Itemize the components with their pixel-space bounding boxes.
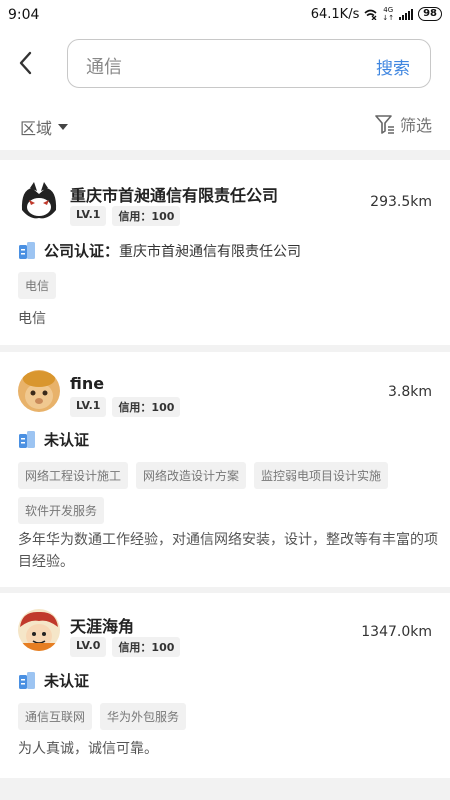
service-tag: 华为外包服务 (100, 703, 187, 730)
filter-bar: 区域 筛选 (0, 100, 450, 150)
provider-name[interactable]: 天涯海角 (70, 613, 134, 637)
provider-name[interactable]: fine (70, 374, 104, 393)
level-badge: LV.1 (70, 206, 107, 226)
battery-indicator: 98 (418, 7, 442, 21)
provider-description: 为人真诚，诚信可靠。 (18, 741, 158, 757)
back-button[interactable] (14, 48, 38, 78)
status-indicators: 64.1K/s 4G ↓↑ 98 (311, 6, 442, 22)
search-button[interactable]: 搜索 (376, 54, 410, 79)
filter-icon (375, 115, 394, 134)
provider-description: 电信 (18, 311, 46, 327)
tag-list: 通信互联网 华为外包服务 (18, 703, 438, 730)
tag-list: 网络工程设计施工 网络改造设计方案 监控弱电项目设计实施 软件开发服务 (18, 462, 438, 524)
service-tag: 监控弱电项目设计实施 (254, 462, 389, 489)
network-type: 4G ↓↑ (382, 6, 395, 22)
result-card[interactable]: 天涯海角 LV.0 信用：100 1347.0km 未认证 通信互联网 华为外包… (0, 593, 450, 778)
filter-label: 筛选 (399, 116, 432, 135)
avatar (18, 370, 60, 412)
cert-label: 公司认证： (44, 242, 120, 260)
wifi-off-icon (364, 9, 377, 20)
cert-label: 未认证 (44, 431, 90, 449)
network-speed: 64.1K/s (310, 6, 360, 22)
search-box[interactable]: 通信 搜索 (67, 39, 431, 88)
region-dropdown[interactable]: 区域 (20, 115, 69, 139)
service-tag: 电信 (18, 272, 57, 299)
cert-label: 未认证 (44, 672, 90, 690)
certificate-icon (19, 241, 35, 259)
cert-value: 重庆市首昶通信有限责任公司 (119, 243, 302, 260)
certificate-icon (19, 671, 35, 689)
filter-button[interactable]: 筛选 (374, 112, 432, 136)
result-card[interactable]: fine LV.1 信用：100 3.8km 未认证 网络工程设计施工 网络改造… (0, 352, 450, 587)
level-badge: LV.0 (70, 637, 107, 657)
distance-label: 293.5km (370, 194, 432, 210)
chevron-left-icon (19, 51, 32, 75)
distance-label: 3.8km (387, 384, 432, 400)
search-header: 通信 搜索 (0, 30, 450, 100)
credit-badge: 信用：100 (112, 206, 181, 226)
service-tag: 软件开发服务 (18, 497, 105, 524)
provider-name[interactable]: 重庆市首昶通信有限责任公司 (70, 182, 278, 206)
certification-row: 公司认证： 重庆市首昶通信有限责任公司 (18, 240, 301, 261)
certification-row: 未认证 (18, 670, 89, 691)
signal-icon (399, 8, 414, 20)
badge-group: LV.0 信用：100 (70, 637, 181, 657)
certification-row: 未认证 (18, 429, 89, 450)
service-tag: 网络改造设计方案 (136, 462, 247, 489)
search-input[interactable]: 通信 (86, 53, 122, 79)
provider-description: 多年华为数通工作经验，对通信网络安装，设计，整改等有丰富的项目经验。 (18, 532, 438, 570)
caret-down-icon (58, 124, 69, 130)
status-bar: 9:04 64.1K/s 4G ↓↑ 98 (0, 0, 450, 30)
badge-group: LV.1 信用：100 (70, 206, 181, 226)
avatar (18, 609, 60, 651)
service-tag: 网络工程设计施工 (18, 462, 129, 489)
avatar (18, 180, 60, 222)
status-time: 9:04 (8, 7, 40, 23)
result-card[interactable]: 重庆市首昶通信有限责任公司 LV.1 信用：100 293.5km 公司认证：重… (0, 160, 450, 345)
tag-list: 电信 (18, 272, 438, 299)
region-label: 区域 (20, 119, 53, 138)
distance-label: 1347.0km (361, 624, 432, 640)
certificate-icon (19, 430, 35, 448)
credit-badge: 信用：100 (112, 637, 181, 657)
level-badge: LV.1 (70, 397, 107, 417)
credit-badge: 信用：100 (112, 397, 181, 417)
service-tag: 通信互联网 (18, 703, 93, 730)
badge-group: LV.1 信用：100 (70, 397, 181, 417)
